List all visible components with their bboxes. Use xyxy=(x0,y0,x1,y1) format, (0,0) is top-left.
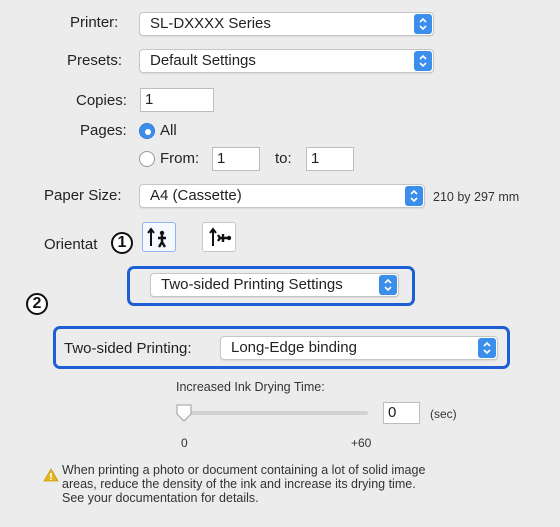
printer-label: Printer: xyxy=(70,14,119,31)
printer-value: SL-DXXXX Series xyxy=(150,15,271,32)
presets-label: Presets: xyxy=(67,52,123,69)
presets-value: Default Settings xyxy=(150,52,256,69)
paper-size-stepper-icon xyxy=(405,186,423,206)
presets-popup[interactable]: Default Settings xyxy=(139,49,434,73)
copies-field[interactable]: 1 xyxy=(140,88,214,112)
drying-slider-track xyxy=(176,411,368,415)
section-popup-stepper-icon xyxy=(379,275,397,295)
drying-slider-knob[interactable] xyxy=(176,404,192,422)
landscape-orientation-icon xyxy=(209,227,232,246)
print-dialog: Printer: SL-DXXXX Series Presets: Defaul… xyxy=(0,0,560,527)
warning-line-3: See your documentation for details. xyxy=(62,491,259,505)
pages-range-radio[interactable] xyxy=(139,151,155,167)
pages-to-field[interactable]: 1 xyxy=(306,147,354,171)
warning-line-1: When printing a photo or document contai… xyxy=(62,463,426,477)
drying-max-label: +60 xyxy=(351,436,372,450)
section-popup[interactable]: Two-sided Printing Settings xyxy=(150,273,399,297)
section-popup-value: Two-sided Printing Settings xyxy=(161,276,343,293)
warning-line-2: areas, reduce the density of the ink and… xyxy=(62,477,416,491)
orientation-label: Orientat xyxy=(44,236,98,253)
marker-1: 1 xyxy=(111,232,133,254)
drying-min-label: 0 xyxy=(181,436,188,450)
warning-icon xyxy=(43,468,59,482)
printer-stepper-icon xyxy=(414,14,432,34)
drying-slider[interactable] xyxy=(176,404,368,424)
marker-2: 2 xyxy=(26,293,48,315)
two-sided-value: Long-Edge binding xyxy=(231,339,357,356)
paper-size-value: A4 (Cassette) xyxy=(150,187,242,204)
pages-all-radio[interactable] xyxy=(139,123,155,139)
orientation-landscape-button[interactable] xyxy=(202,222,236,252)
printer-popup[interactable]: SL-DXXXX Series xyxy=(139,12,434,36)
pages-label: Pages: xyxy=(80,122,127,139)
two-sided-label: Two-sided Printing: xyxy=(64,340,192,357)
warning-text: When printing a photo or document contai… xyxy=(62,463,425,505)
paper-size-label: Paper Size: xyxy=(44,187,122,204)
pages-from-field[interactable]: 1 xyxy=(212,147,260,171)
portrait-orientation-icon xyxy=(147,227,167,248)
pages-to-label: to: xyxy=(275,150,292,167)
pages-all-label: All xyxy=(160,122,177,139)
drying-title: Increased Ink Drying Time: xyxy=(176,380,325,394)
presets-stepper-icon xyxy=(414,51,432,71)
pages-from-label: From: xyxy=(160,150,200,167)
paper-size-popup[interactable]: A4 (Cassette) xyxy=(139,184,425,208)
copies-label: Copies: xyxy=(76,92,127,109)
two-sided-popup[interactable]: Long-Edge binding xyxy=(220,336,498,360)
orientation-portrait-button[interactable] xyxy=(142,222,176,252)
drying-unit: (sec) xyxy=(430,407,457,421)
two-sided-stepper-icon xyxy=(478,338,496,358)
paper-size-dimensions: 210 by 297 mm xyxy=(433,190,520,204)
drying-value-field[interactable]: 0 xyxy=(383,402,420,424)
